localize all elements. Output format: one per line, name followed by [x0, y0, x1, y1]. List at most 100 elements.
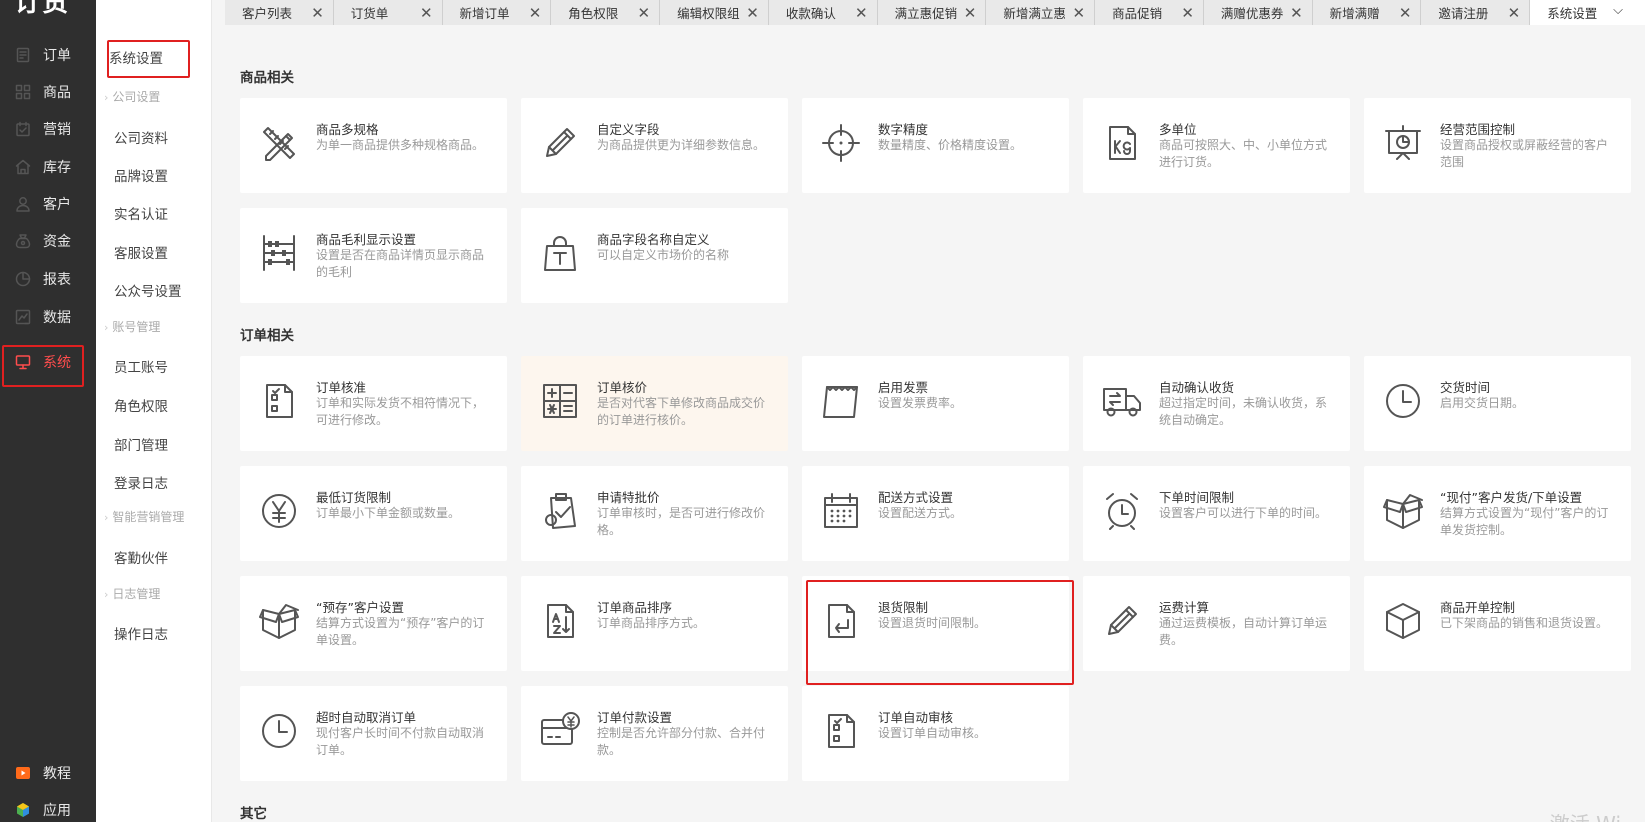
apps-icon — [15, 802, 31, 818]
settings-card[interactable]: 商品毛利显示设置 设置是否在商品详情页显示商品的毛利 — [240, 208, 507, 303]
settings-card[interactable]: 交货时间 启用交货日期。 — [1364, 356, 1631, 451]
subnav-item[interactable]: 部门管理 — [114, 434, 168, 454]
settings-card[interactable]: 超时自动取消订单 现付客户长时间不付款自动取消订单。 — [240, 686, 507, 781]
close-icon[interactable]: ✕ — [1290, 4, 1303, 22]
nav-item-report[interactable]: 报表 — [0, 261, 96, 297]
close-icon[interactable]: ✕ — [1508, 4, 1521, 22]
settings-card[interactable]: 配送方式设置 设置配送方式。 — [802, 466, 1069, 561]
subnav-item[interactable]: 客服设置 — [114, 242, 168, 262]
card-title: 订单自动审核 — [878, 710, 954, 725]
card-title: “现付”客户发货/下单设置 — [1440, 490, 1583, 505]
close-icon[interactable]: ✕ — [420, 4, 433, 22]
card-title: 订单商品排序 — [597, 600, 673, 615]
settings-card[interactable]: “预存”客户设置 结算方式设置为“预存”客户的订单设置。 — [240, 576, 507, 671]
card-description: 数量精度、价格精度设置。 — [878, 138, 1023, 152]
open-box-icon — [258, 600, 300, 642]
settings-card[interactable]: 订单自动审核 设置订单自动审核。 — [802, 686, 1069, 781]
settings-card[interactable]: 退货限制 设置退货时间限制。 — [802, 576, 1069, 671]
nav-item-inventory[interactable]: 库存 — [0, 149, 96, 185]
settings-card[interactable]: 商品字段名称自定义 可以自定义市场价的名称 — [521, 208, 788, 303]
subnav-item[interactable]: 员工账号 — [114, 356, 168, 376]
nav-item-marketing[interactable]: 营销 — [0, 111, 96, 147]
card-description: 结算方式设置为“预存”客户的订单设置。 — [316, 616, 485, 647]
close-icon[interactable]: ✕ — [1073, 4, 1086, 22]
subnav-item[interactable]: 角色权限 — [114, 395, 168, 415]
nav-item-order[interactable]: 订单 — [0, 37, 96, 73]
close-icon[interactable]: ✕ — [637, 4, 650, 22]
tab-label: 编辑权限组 — [677, 6, 740, 21]
tab-item[interactable]: 邀请注册 ✕ — [1421, 0, 1531, 25]
settings-card[interactable]: 自定义字段 为商品提供更为详细参数信息。 — [521, 98, 788, 193]
settings-card[interactable]: 订单核准 订单和实际发货不相符情况下，可进行修改。 — [240, 356, 507, 451]
shopping-bag-text-icon — [539, 232, 581, 274]
report-icon — [15, 271, 31, 287]
section-title: 商品相关 — [240, 70, 294, 86]
tab-item[interactable]: 新增订单 ✕ — [442, 0, 552, 25]
tab-item[interactable]: 角色权限 ✕ — [551, 0, 661, 25]
card-title: 数字精度 — [878, 122, 929, 137]
subnav-item[interactable]: 登录日志 — [114, 472, 168, 492]
close-icon[interactable]: ✕ — [855, 4, 868, 22]
settings-card[interactable]: 最低订货限制 订单最小下单金额或数量。 — [240, 466, 507, 561]
tab-item[interactable]: 满立惠促销 ✕ — [877, 0, 987, 25]
close-icon[interactable]: ✕ — [1399, 4, 1412, 22]
tab-item[interactable]: 商品促销 ✕ — [1095, 0, 1204, 25]
order-icon — [15, 47, 31, 63]
nav-item-data[interactable]: 数据 — [0, 299, 96, 335]
nav-item-goods[interactable]: 商品 — [0, 74, 96, 110]
tab-item[interactable]: 系统设置 — [1530, 0, 1645, 25]
card-description: 结算方式设置为“现付”客户的订单发货控制。 — [1440, 506, 1609, 537]
card-description: 设置是否在商品详情页显示商品的毛利 — [316, 248, 485, 279]
tab-item[interactable]: 收款确认 ✕ — [768, 0, 878, 25]
tab-item[interactable]: 新增满立惠 ✕ — [986, 0, 1096, 25]
calendar-icon — [820, 490, 862, 532]
tab-item[interactable]: 订货单 ✕ — [333, 0, 443, 25]
settings-card[interactable]: 运费计算 通过运费模板，自动计算订单运费。 — [1083, 576, 1350, 671]
settings-card[interactable]: 商品多规格 为单一商品提供多种规格商品。 — [240, 98, 507, 193]
tab-item[interactable]: 编辑权限组 ✕ — [660, 0, 769, 25]
subnav-item[interactable]: 实名认证 — [114, 203, 168, 223]
selection-highlight — [107, 40, 190, 78]
card-description: 控制是否允许部分付款、合并付款。 — [597, 726, 766, 757]
subnav-item[interactable]: 公司资料 — [114, 127, 168, 147]
close-icon[interactable]: ✕ — [1181, 4, 1194, 22]
settings-card[interactable]: 下单时间限制 设置客户可以进行下单的时间。 — [1083, 466, 1350, 561]
nav-item-tutorial[interactable]: 教程 — [0, 755, 96, 791]
tab-item[interactable]: 客户列表 ✕ — [225, 0, 334, 25]
nav-item-customer[interactable]: 客户 — [0, 186, 96, 222]
subnav-item[interactable]: 操作日志 — [114, 623, 168, 643]
card-description: 是否对代客下单修改商品成交价的订单进行核价。 — [597, 396, 766, 427]
card-title: “预存”客户设置 — [316, 600, 404, 615]
tabs-more-icon[interactable]: ⌵ — [1613, 3, 1623, 18]
tab-item[interactable]: 满赠优惠券 ✕ — [1203, 0, 1313, 25]
card-description: 设置订单自动审核。 — [878, 726, 987, 740]
settings-card[interactable]: 经营范围控制 设置商品授权或屏蔽经营的客户范围 — [1364, 98, 1631, 193]
nav-item-apps[interactable]: 应用 — [0, 792, 96, 822]
settings-card[interactable]: 数字精度 数量精度、价格精度设置。 — [802, 98, 1069, 193]
tab-item[interactable]: 新增满赠 ✕ — [1312, 0, 1422, 25]
subnav-item[interactable]: 客勤伙伴 — [114, 547, 168, 567]
subnav-group-title: 公司设置 — [104, 88, 160, 105]
close-icon[interactable]: ✕ — [311, 4, 324, 22]
settings-card[interactable]: 申请特批价 订单审核时，是否可进行修改价格。 — [521, 466, 788, 561]
sort-az-icon — [539, 600, 581, 642]
subnav-item[interactable]: 公众号设置 — [114, 280, 182, 300]
card-title: 商品多规格 — [316, 122, 379, 137]
settings-card[interactable]: 订单商品排序 订单商品排序方式。 — [521, 576, 788, 671]
close-icon[interactable]: ✕ — [746, 4, 759, 22]
settings-card[interactable]: “现付”客户发货/下单设置 结算方式设置为“现付”客户的订单发货控制。 — [1364, 466, 1631, 561]
close-icon[interactable]: ✕ — [964, 4, 977, 22]
settings-card[interactable]: 订单付款设置 控制是否允许部分付款、合并付款。 — [521, 686, 788, 781]
tab-label: 满立惠促销 — [894, 6, 958, 21]
card-description: 超过指定时间，未确认收货，系统自动确定。 — [1159, 396, 1328, 427]
close-icon[interactable]: ✕ — [529, 4, 542, 22]
settings-card[interactable]: 多单位 商品可按照大、中、小单位方式进行订货。 — [1083, 98, 1350, 193]
settings-card[interactable]: 订单核价 是否对代客下单修改商品成交价的订单进行核价。 — [521, 356, 788, 451]
tab-label: 角色权限 — [568, 6, 619, 21]
settings-card[interactable]: 启用发票 设置发票费率。 — [802, 356, 1069, 451]
subnav-item[interactable]: 品牌设置 — [114, 165, 168, 185]
nav-item-funds[interactable]: 资金 — [0, 223, 96, 259]
pencil-icon — [1101, 600, 1143, 642]
settings-card[interactable]: 自动确认收货 超过指定时间，未确认收货，系统自动确定。 — [1083, 356, 1350, 451]
settings-card[interactable]: 商品开单控制 已下架商品的销售和退货设置。 — [1364, 576, 1631, 671]
